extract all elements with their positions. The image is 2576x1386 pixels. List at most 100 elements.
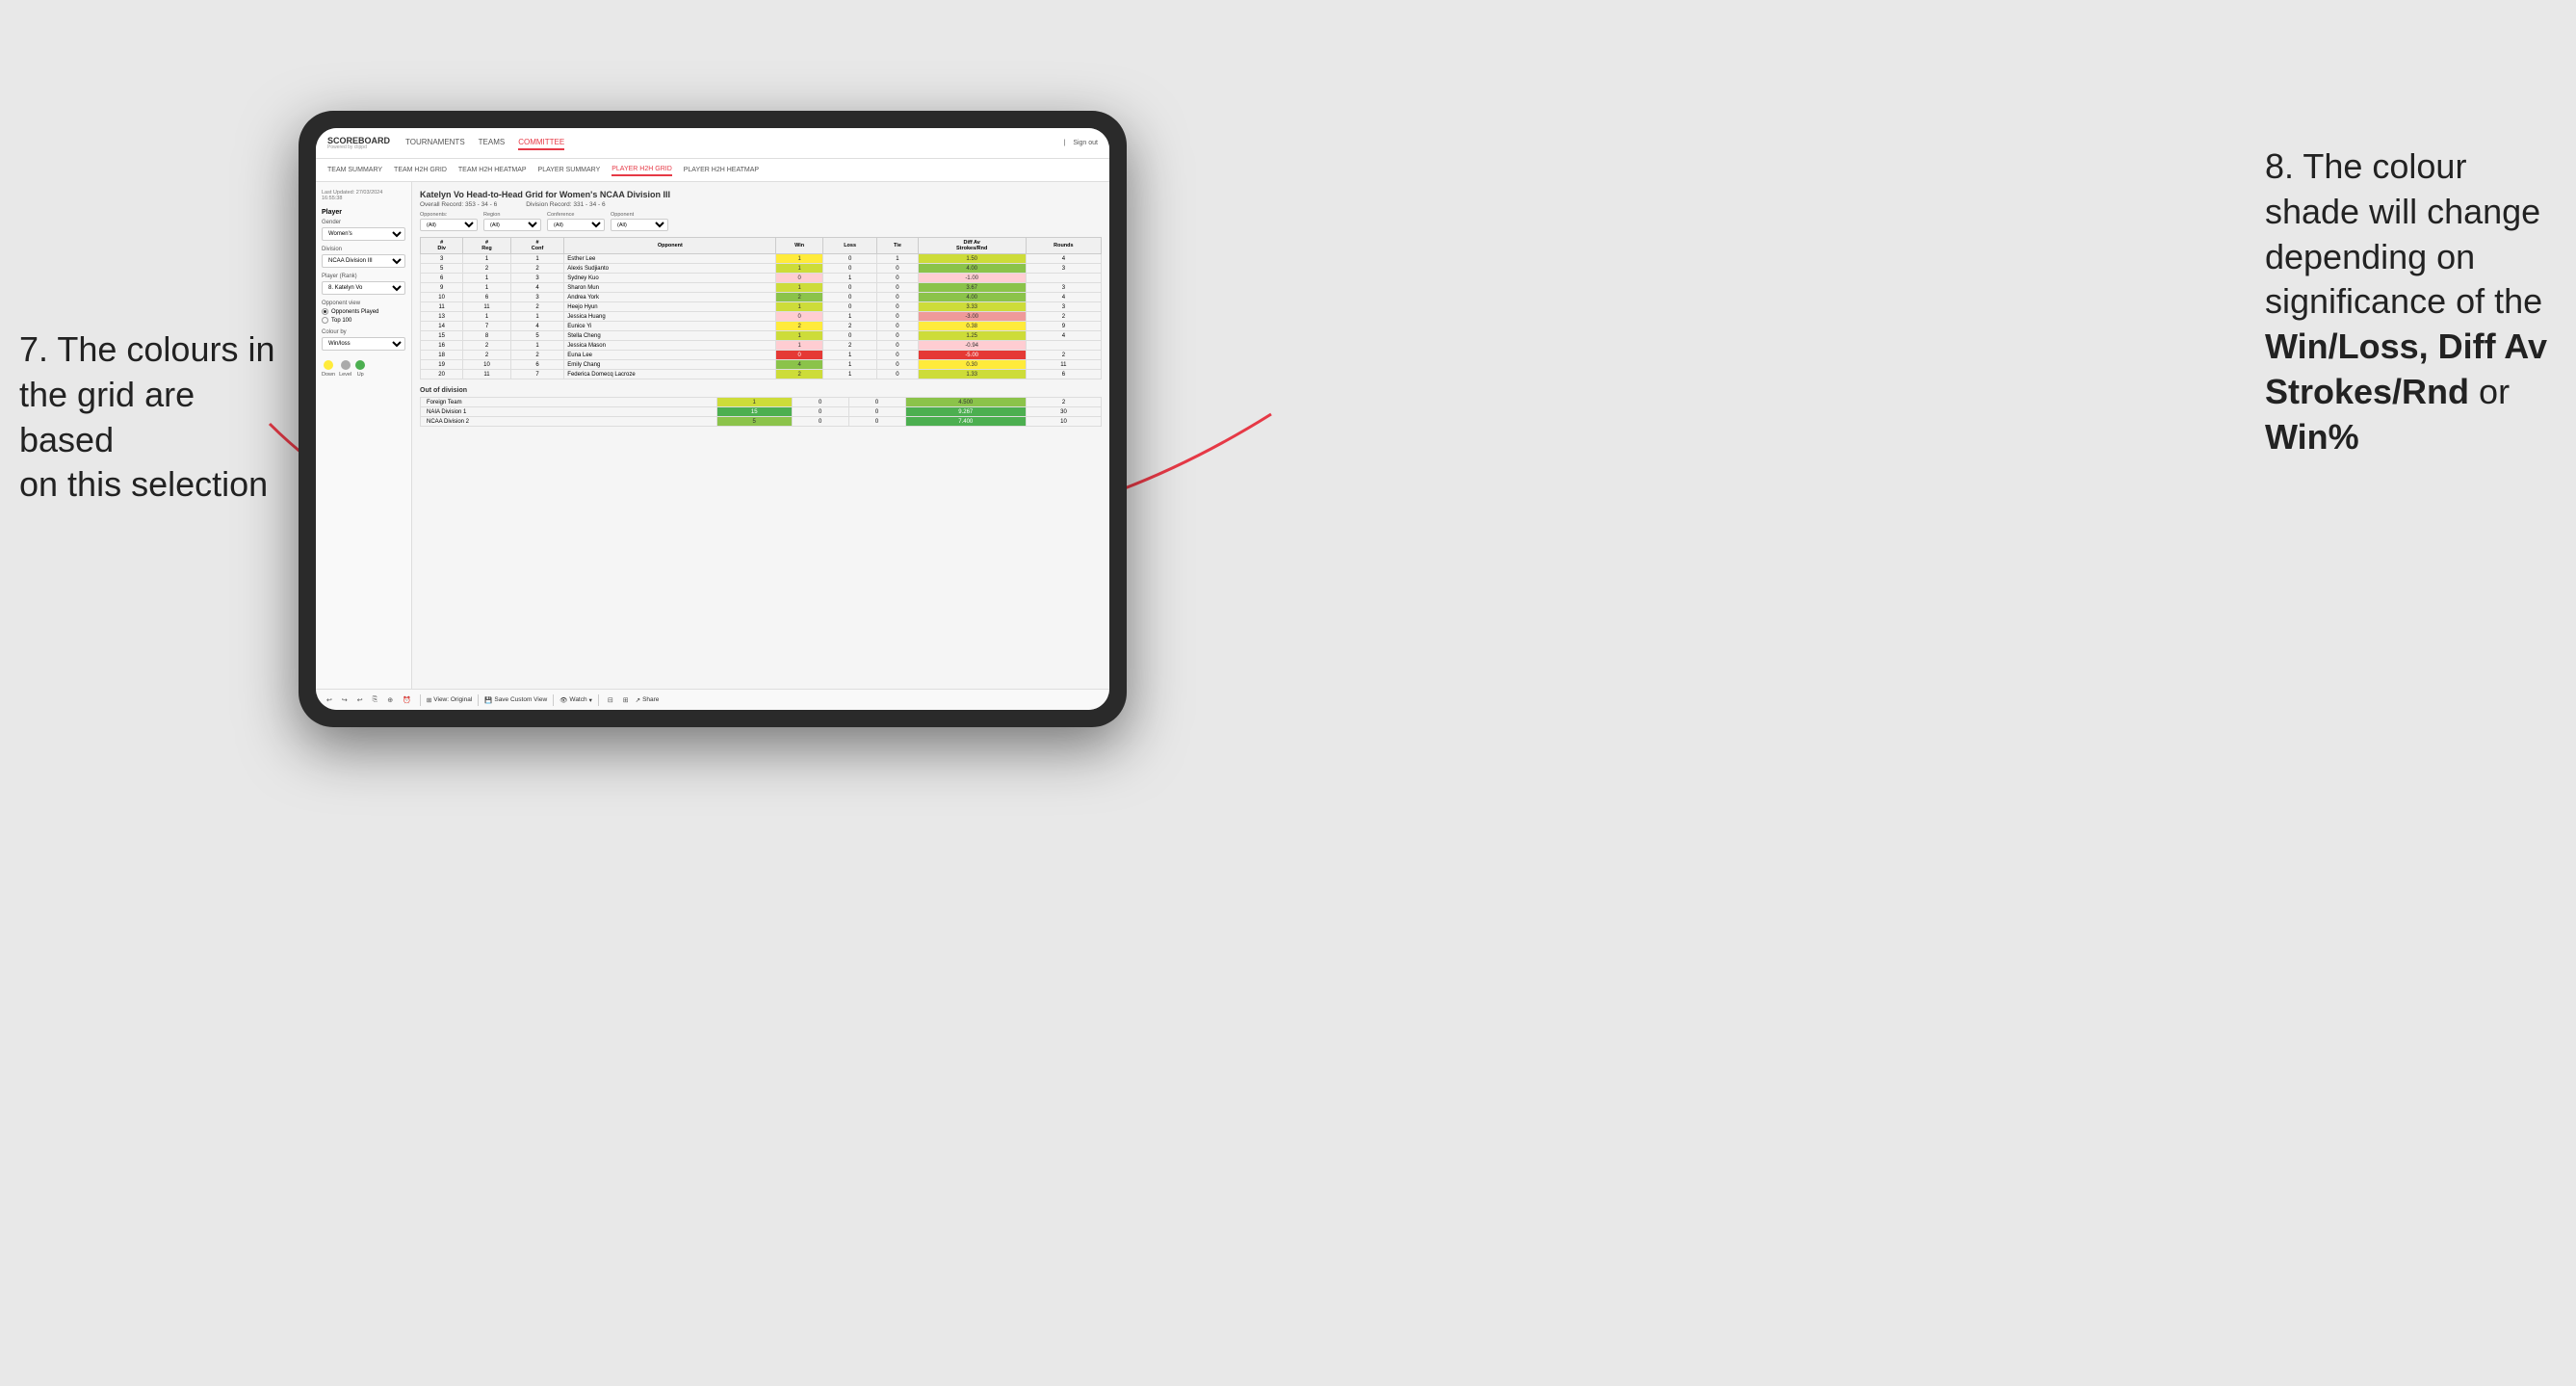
filter-region-group: Region (All) [483, 212, 541, 231]
cell-conf: 1 [510, 254, 564, 264]
cell-tie: 0 [877, 331, 918, 341]
app-logo: SCOREBOARD Powered by clippd [327, 137, 390, 150]
subnav-team-h2h-heatmap[interactable]: TEAM H2H HEATMAP [458, 165, 527, 175]
cell-opponent: Sharon Mun [564, 283, 776, 293]
cell-reg: 2 [463, 264, 510, 274]
cell-conf: 6 [510, 360, 564, 370]
col-opponent: Opponent [564, 238, 776, 254]
toolbar-watch[interactable]: 👁 Watch ▾ [559, 696, 592, 704]
ood-cell-win: 5 [716, 417, 792, 427]
table-row: 14 7 4 Eunice Yi 2 2 0 0.38 9 [421, 322, 1102, 331]
cell-tie: 1 [877, 254, 918, 264]
cell-opponent: Emily Chang [564, 360, 776, 370]
sidebar: Last Updated: 27/03/2024 16:55:38 Player… [316, 182, 412, 689]
cell-loss: 2 [822, 322, 876, 331]
sidebar-gender-select[interactable]: Women's [322, 227, 405, 241]
toolbar-sep2 [478, 694, 479, 706]
cell-loss: 1 [822, 274, 876, 283]
cell-opponent: Jessica Mason [564, 341, 776, 351]
ood-cell-loss: 0 [792, 417, 848, 427]
cell-win: 1 [776, 283, 822, 293]
filter-conference-select[interactable]: (All) [547, 219, 605, 231]
ood-table-row: NCAA Division 2 5 0 0 7.400 10 [421, 417, 1102, 427]
cell-conf: 3 [510, 274, 564, 283]
cell-win: 2 [776, 370, 822, 379]
sidebar-colour-by-select[interactable]: Win/loss [322, 337, 405, 351]
cell-tie: 0 [877, 302, 918, 312]
cell-opponent: Euna Lee [564, 351, 776, 360]
radio-top100[interactable]: Top 100 [322, 317, 405, 324]
colour-item-down: Down [322, 360, 335, 378]
cell-conf: 5 [510, 331, 564, 341]
table-row: 18 2 2 Euna Lee 0 1 0 -5.00 2 [421, 351, 1102, 360]
nav-teams[interactable]: TEAMS [479, 136, 506, 150]
table-row: 6 1 3 Sydney Kuo 0 1 0 -1.00 [421, 274, 1102, 283]
grid-area: Katelyn Vo Head-to-Head Grid for Women's… [412, 182, 1109, 689]
toolbar-view-original[interactable]: ⊞ View: Original [427, 696, 472, 704]
toolbar-icon2[interactable]: ⊞ [620, 695, 632, 705]
cell-reg: 1 [463, 254, 510, 264]
filter-row: Opponents: (All) Region (All) Conference [420, 212, 1102, 231]
cell-tie: 0 [877, 312, 918, 322]
colour-item-level: Level [339, 360, 351, 378]
subnav-team-summary[interactable]: TEAM SUMMARY [327, 165, 382, 175]
nav-committee[interactable]: COMMITTEE [518, 136, 564, 150]
filter-opponent-select[interactable]: (All) [611, 219, 668, 231]
cell-div: 18 [421, 351, 463, 360]
cell-tie: 0 [877, 370, 918, 379]
subnav-team-h2h-grid[interactable]: TEAM H2H GRID [394, 165, 447, 175]
cell-div: 3 [421, 254, 463, 264]
ood-cell-tie: 0 [848, 398, 905, 407]
toolbar-undo[interactable]: ↩ [324, 695, 335, 705]
cell-loss: 0 [822, 254, 876, 264]
col-div: #Div [421, 238, 463, 254]
sidebar-colour-by-label: Colour by [322, 329, 405, 335]
cell-reg: 6 [463, 293, 510, 302]
colour-dot-up [355, 360, 365, 370]
toolbar-save-custom-view[interactable]: 💾 Save Custom View [484, 696, 547, 704]
subnav-player-summary[interactable]: PLAYER SUMMARY [538, 165, 601, 175]
filter-opponents-select[interactable]: (All) [420, 219, 478, 231]
toolbar-clock[interactable]: ⏰ [400, 695, 414, 705]
toolbar-paste[interactable]: ⊕ [384, 695, 396, 705]
subnav-player-h2h-heatmap[interactable]: PLAYER H2H HEATMAP [684, 165, 759, 175]
col-win: Win [776, 238, 822, 254]
out-of-division-header: Out of division [420, 387, 1102, 394]
ood-cell-diff-av: 9.267 [905, 407, 1026, 417]
table-row: 10 6 3 Andrea York 2 0 0 4.00 4 [421, 293, 1102, 302]
sidebar-player-rank-select[interactable]: 8. Katelyn Vo [322, 281, 405, 295]
cell-rounds: 2 [1026, 351, 1101, 360]
cell-opponent: Heejo Hyun [564, 302, 776, 312]
cell-div: 13 [421, 312, 463, 322]
cell-loss: 1 [822, 351, 876, 360]
sidebar-division-select[interactable]: NCAA Division III [322, 254, 405, 268]
sign-out-link[interactable]: Sign out [1073, 140, 1098, 146]
cell-rounds: 3 [1026, 264, 1101, 274]
cell-diff-av: -1.00 [918, 274, 1026, 283]
ood-table-row: NAIA Division 1 15 0 0 9.267 30 [421, 407, 1102, 417]
cell-tie: 0 [877, 341, 918, 351]
ood-cell-tie: 0 [848, 407, 905, 417]
colour-dot-down [324, 360, 333, 370]
cell-div: 10 [421, 293, 463, 302]
ood-cell-opponent: NAIA Division 1 [421, 407, 717, 417]
col-rounds: Rounds [1026, 238, 1101, 254]
subnav-player-h2h-grid[interactable]: PLAYER H2H GRID [611, 164, 672, 176]
nav-right: | Sign out [1063, 140, 1098, 146]
cell-diff-av: -0.94 [918, 341, 1026, 351]
sub-nav: TEAM SUMMARY TEAM H2H GRID TEAM H2H HEAT… [316, 159, 1109, 182]
cell-loss: 1 [822, 370, 876, 379]
cell-conf: 3 [510, 293, 564, 302]
radio-opponents-played[interactable]: Opponents Played [322, 308, 405, 315]
sidebar-player-rank-label: Player (Rank) [322, 274, 405, 279]
toolbar-icon1[interactable]: ⊟ [605, 695, 616, 705]
nav-tournaments[interactable]: TOURNAMENTS [405, 136, 465, 150]
toolbar-back[interactable]: ↩ [354, 695, 366, 705]
toolbar-copy[interactable]: ⎘ [370, 695, 381, 705]
cell-diff-av: 0.30 [918, 360, 1026, 370]
toolbar-share[interactable]: ↗ Share [636, 696, 660, 704]
table-row: 13 1 1 Jessica Huang 0 1 0 -3.00 2 [421, 312, 1102, 322]
cell-opponent: Eunice Yi [564, 322, 776, 331]
toolbar-redo[interactable]: ↪ [339, 695, 351, 705]
filter-region-select[interactable]: (All) [483, 219, 541, 231]
